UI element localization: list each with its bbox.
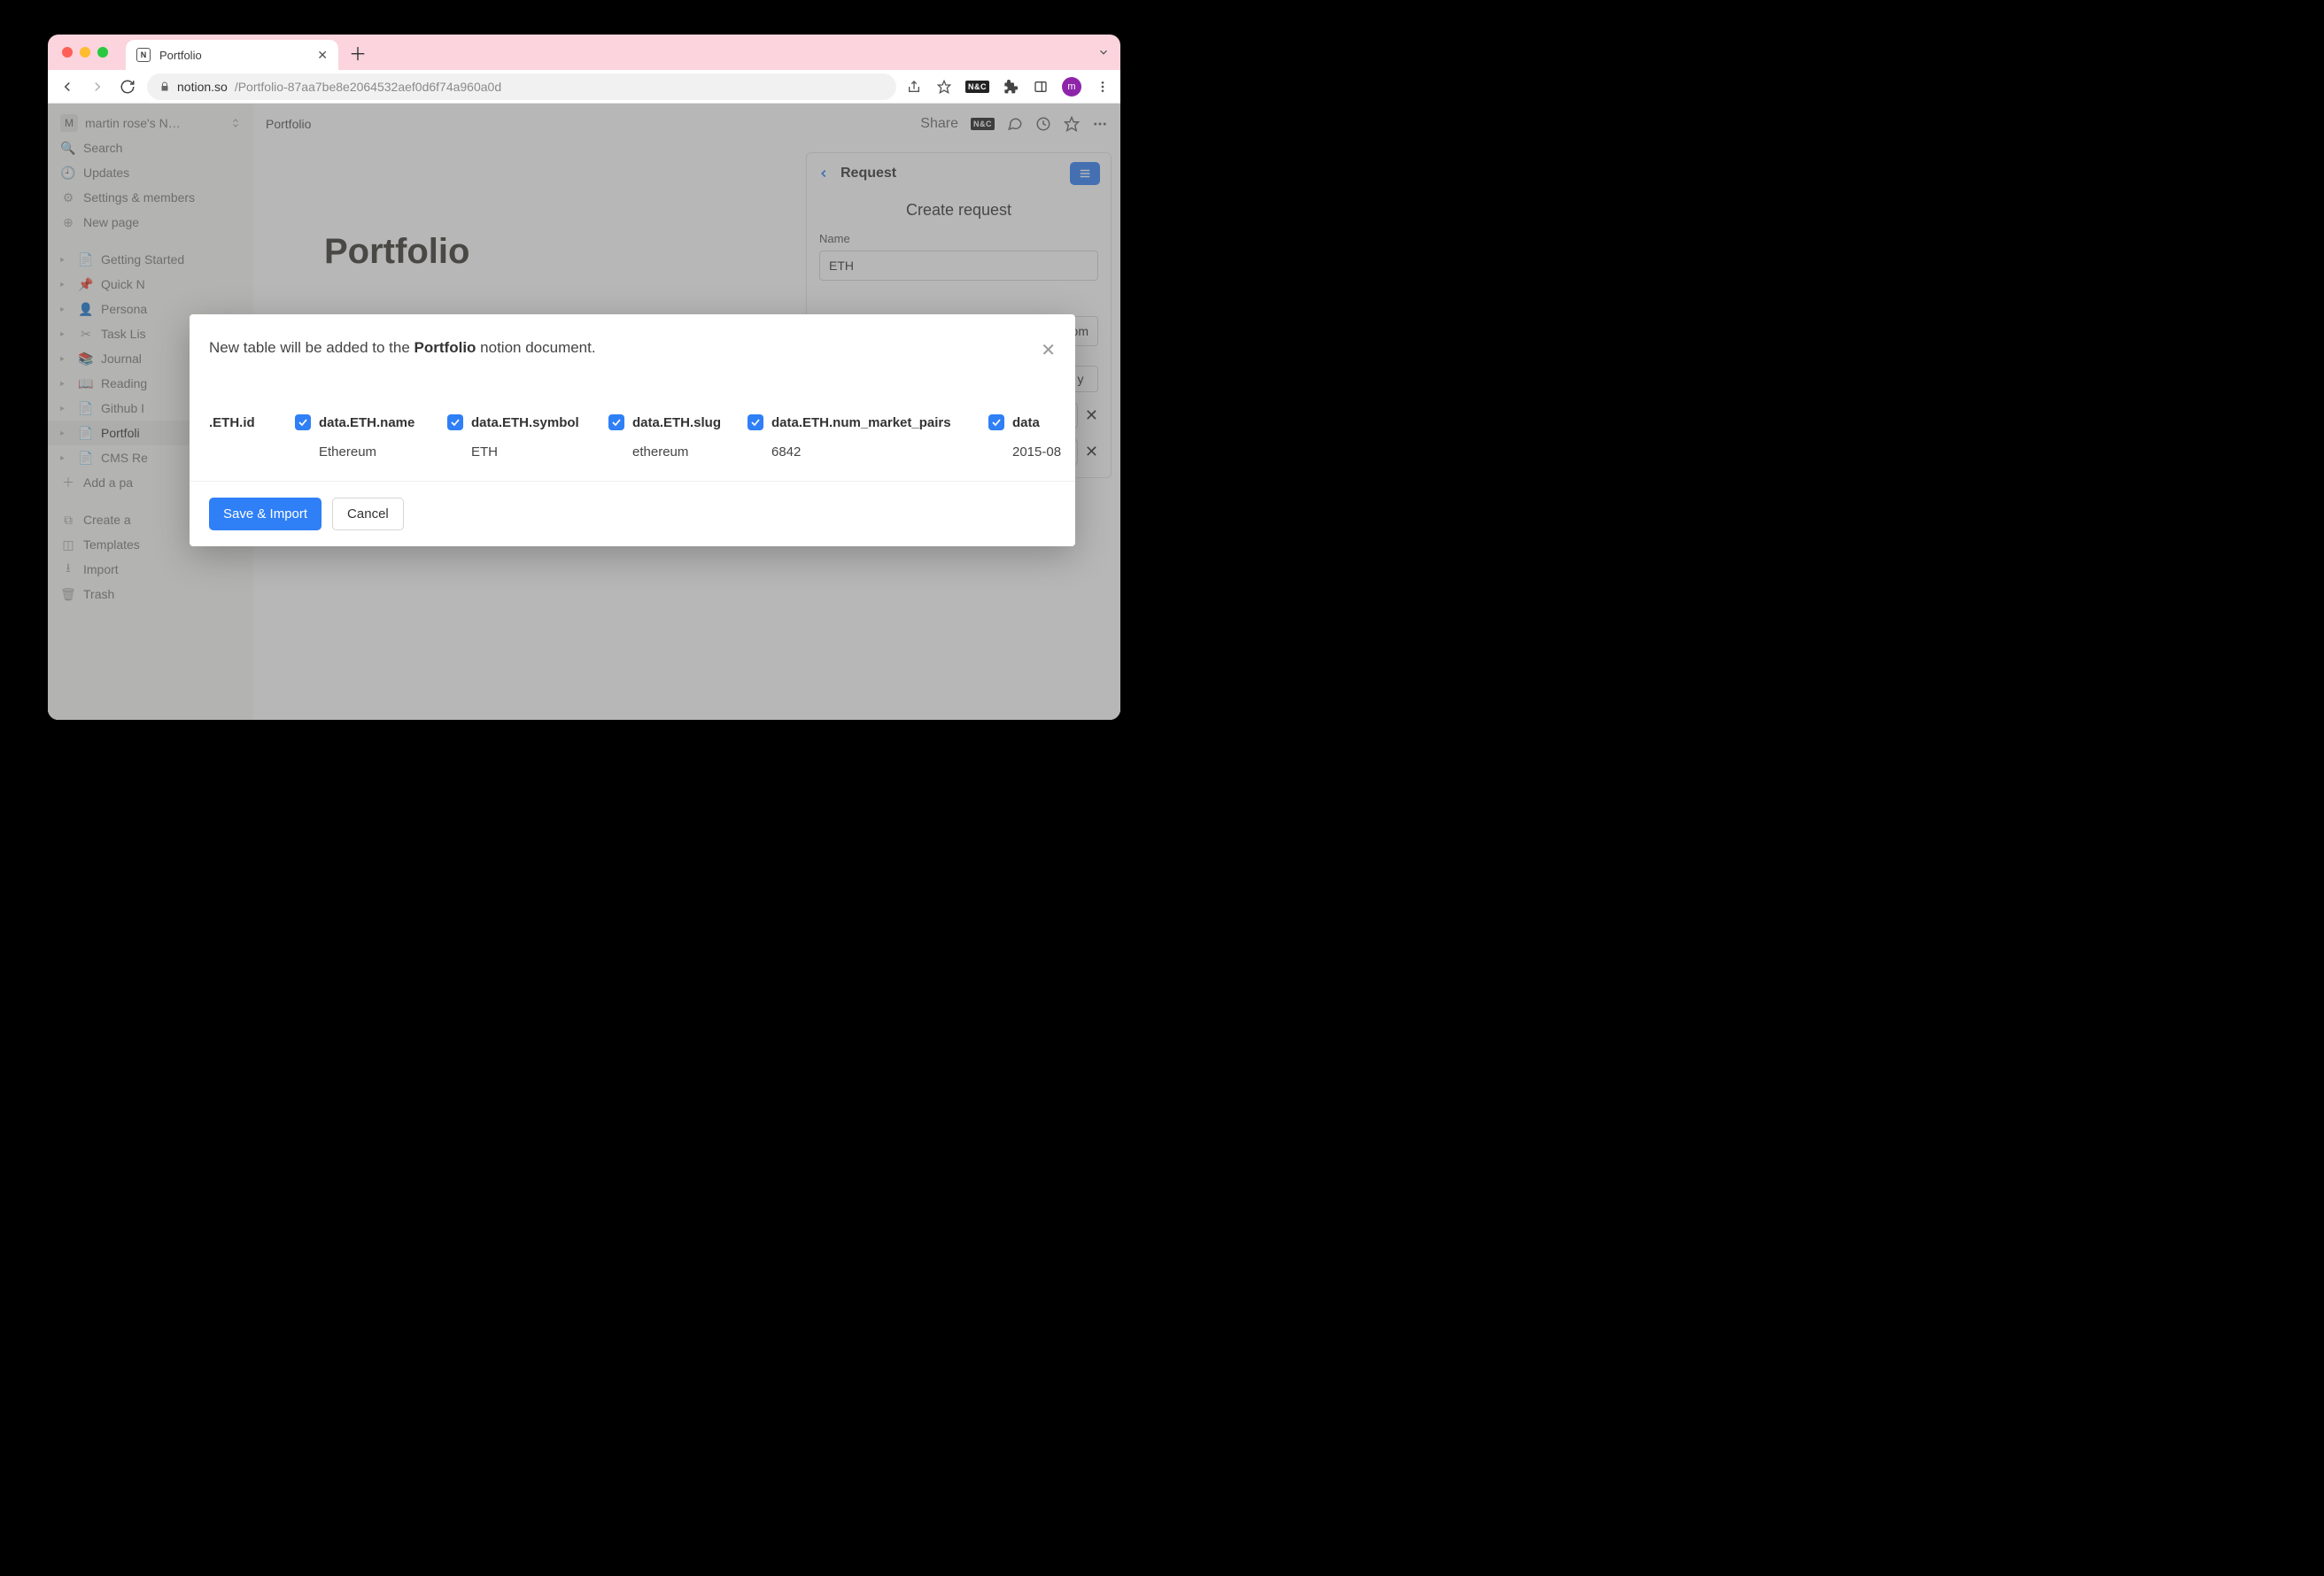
new-tab-button[interactable]: ＋ [349,40,367,66]
column-header[interactable]: data.ETH.symbol [447,414,589,430]
url-path: /Portfolio-87aa7be8e2064532aef0d6f74a960… [235,80,501,94]
chrome-menu-icon[interactable] [1094,78,1112,96]
column-label: data.ETH.name [319,415,414,430]
toolbar-icons: N&C m [905,77,1112,97]
column-label: .ETH.id [209,415,255,430]
back-button[interactable] [57,79,78,95]
column-header[interactable]: .ETH.id [209,414,275,430]
column-label: data [1012,415,1040,430]
expand-tabs-icon[interactable] [1097,46,1110,58]
address-bar: notion.so/Portfolio-87aa7be8e2064532aef0… [48,70,1120,104]
column-label: data.ETH.num_market_pairs [771,415,951,430]
import-modal: New table will be added to the Portfolio… [190,314,1075,546]
forward-button[interactable] [87,79,108,95]
browser-tab[interactable]: N Portfolio ✕ [126,40,338,70]
cancel-button[interactable]: Cancel [332,498,404,530]
side-panel-icon[interactable] [1032,78,1050,96]
modal-text-suffix: notion document. [476,339,595,356]
column-header[interactable]: data.ETH.name [295,414,428,430]
modal-text-prefix: New table will be added to the [209,339,414,356]
notion-favicon: N [136,48,151,62]
column-checkbox[interactable] [295,414,311,430]
tab-strip: N Portfolio ✕ ＋ [48,35,1120,70]
column-label: data.ETH.slug [632,415,721,430]
column-header[interactable]: data.ETH.slug [608,414,728,430]
table-cell: 6842 [748,444,969,460]
share-icon[interactable] [905,78,923,96]
extensions-icon[interactable] [1002,78,1019,96]
minimize-window-button[interactable] [80,47,90,58]
table-cell: ETH [447,444,589,460]
column-checkbox[interactable] [608,414,624,430]
table-cell: ethereum [608,444,728,460]
column-checkbox[interactable] [748,414,763,430]
column-header[interactable]: data [988,414,1042,430]
column-checkbox[interactable] [447,414,463,430]
close-window-button[interactable] [62,47,73,58]
save-import-button[interactable]: Save & Import [209,498,321,530]
column-checkbox[interactable] [988,414,1004,430]
table-cell: 2015-08 [988,444,1042,460]
traffic-lights [62,47,108,58]
reload-button[interactable] [117,79,138,95]
profile-avatar[interactable]: m [1062,77,1081,97]
browser-window: N Portfolio ✕ ＋ notion.so/Portfolio-87aa… [48,35,1120,720]
maximize-window-button[interactable] [97,47,108,58]
close-modal-icon[interactable]: ✕ [1041,339,1056,361]
extension-nac-badge[interactable]: N&C [965,81,989,93]
url-input[interactable]: notion.so/Portfolio-87aa7be8e2064532aef0… [147,73,896,100]
close-tab-icon[interactable]: ✕ [317,48,328,63]
tab-title: Portfolio [159,49,308,62]
modal-text-bold: Portfolio [414,339,476,356]
preview-table: .ETH.id data.ETH.name data.ETH.symbol data.… [190,370,1075,482]
column-label: data.ETH.symbol [471,415,579,430]
modal-header: New table will be added to the Portfolio… [190,314,1075,370]
column-header[interactable]: data.ETH.num_market_pairs [748,414,969,430]
bookmark-star-icon[interactable] [935,78,953,96]
table-cell: Ethereum [295,444,428,460]
table-cell [209,444,275,460]
url-domain: notion.so [177,80,228,94]
lock-icon [159,81,170,92]
